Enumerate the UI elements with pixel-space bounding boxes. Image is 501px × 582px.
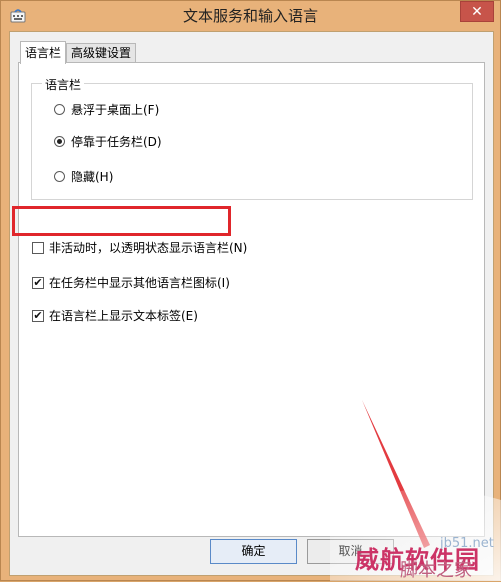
tab-page-language-bar: 语言栏 悬浮于桌面上(F) 停靠于任务栏(D) 隐藏(H) 非活动时，以透明状态… — [18, 62, 485, 537]
radio-label: 停靠于任务栏(D) — [71, 135, 162, 149]
checkbox[interactable] — [32, 242, 44, 254]
radio-label: 隐藏(H) — [71, 170, 114, 184]
checkbox-label: 非活动时，以透明状态显示语言栏(N) — [49, 241, 248, 255]
groupbox-legend: 语言栏 — [42, 76, 85, 93]
radio-button[interactable] — [54, 171, 65, 182]
checkbox-label: 在语言栏上显示文本标签(E) — [49, 309, 198, 323]
watermark-brand-sub: 脚本之家 — [400, 560, 472, 581]
checkbox-label: 在任务栏中显示其他语言栏图标(I) — [49, 276, 230, 290]
radio-button[interactable] — [54, 136, 65, 147]
title-bar[interactable]: 文本服务和输入语言 ✕ — [1, 1, 500, 31]
tab-advanced-key-settings[interactable]: 高级键设置 — [66, 43, 137, 63]
radio-label: 悬浮于桌面上(F) — [71, 103, 160, 117]
language-bar-groupbox: 语言栏 悬浮于桌面上(F) 停靠于任务栏(D) 隐藏(H) — [31, 76, 473, 200]
highlight-box — [12, 206, 231, 236]
close-icon: ✕ — [471, 4, 483, 20]
dialog-window: 文本服务和输入语言 ✕ 语言栏 高级键设置 语言栏 悬浮于桌面上(F) 停靠于任… — [0, 0, 501, 581]
tab-language-bar[interactable]: 语言栏 — [20, 41, 67, 64]
dialog-client-area: 语言栏 高级键设置 语言栏 悬浮于桌面上(F) 停靠于任务栏(D) 隐藏(H) — [9, 31, 494, 576]
radio-button[interactable] — [54, 104, 65, 115]
radio-selected-dot — [57, 139, 62, 144]
checkbox[interactable]: ✔ — [32, 277, 44, 289]
close-button[interactable]: ✕ — [460, 1, 494, 22]
checkbox[interactable]: ✔ — [32, 310, 44, 322]
window-title: 文本服务和输入语言 — [182, 7, 318, 25]
ok-button[interactable]: 确定 — [210, 539, 297, 564]
